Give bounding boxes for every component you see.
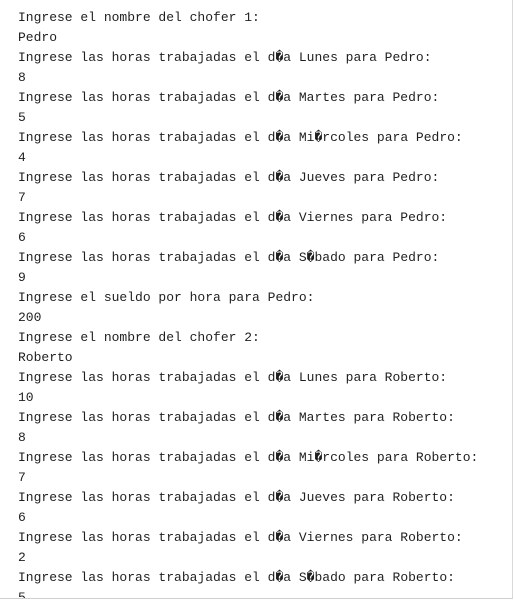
console-input-line: 8 <box>18 70 26 85</box>
console-prompt-line: Ingrese el sueldo por hora para Pedro: <box>18 290 315 305</box>
console-prompt-line: Ingrese las horas trabajadas el d�a S�ba… <box>18 570 455 585</box>
console-input-line: Pedro <box>18 30 58 45</box>
console-prompt-line: Ingrese las horas trabajadas el d�a Juev… <box>18 490 455 505</box>
console-input-line: Roberto <box>18 350 73 365</box>
console-prompt-line: Ingrese las horas trabajadas el d�a Mi�r… <box>18 130 463 145</box>
console-prompt-line: Ingrese las horas trabajadas el d�a Juev… <box>18 170 440 185</box>
console-prompt-line: Ingrese el nombre del chofer 1: <box>18 10 260 25</box>
console-input-line: 6 <box>18 510 26 525</box>
console-input-line: 2 <box>18 550 26 565</box>
console-input-line: 7 <box>18 190 26 205</box>
console-input-line: 10 <box>18 390 34 405</box>
console-prompt-line: Ingrese las horas trabajadas el d�a Lune… <box>18 370 448 385</box>
console-prompt-line: Ingrese las horas trabajadas el d�a Vier… <box>18 210 448 225</box>
console-input-line: 7 <box>18 470 26 485</box>
console-input-line: 8 <box>18 430 26 445</box>
console-input-line: 5 <box>18 110 26 125</box>
console-prompt-line: Ingrese las horas trabajadas el d�a S�ba… <box>18 250 440 265</box>
console-prompt-line: Ingrese las horas trabajadas el d�a Lune… <box>18 50 432 65</box>
console-input-line: 6 <box>18 230 26 245</box>
console-prompt-line: Ingrese el nombre del chofer 2: <box>18 330 260 345</box>
console-prompt-line: Ingrese las horas trabajadas el d�a Mart… <box>18 410 455 425</box>
console-input-line: 5 <box>18 590 26 599</box>
console-input-line: 4 <box>18 150 26 165</box>
console-lines: Ingrese el nombre del chofer 1: Pedro In… <box>18 8 512 599</box>
console-prompt-line: Ingrese las horas trabajadas el d�a Vier… <box>18 530 463 545</box>
console-prompt-line: Ingrese las horas trabajadas el d�a Mi�r… <box>18 450 479 465</box>
console-input-line: 200 <box>18 310 42 325</box>
console-prompt-line: Ingrese las horas trabajadas el d�a Mart… <box>18 90 440 105</box>
console-output-panel: Ingrese el nombre del chofer 1: Pedro In… <box>0 0 513 599</box>
console-input-line: 9 <box>18 270 26 285</box>
